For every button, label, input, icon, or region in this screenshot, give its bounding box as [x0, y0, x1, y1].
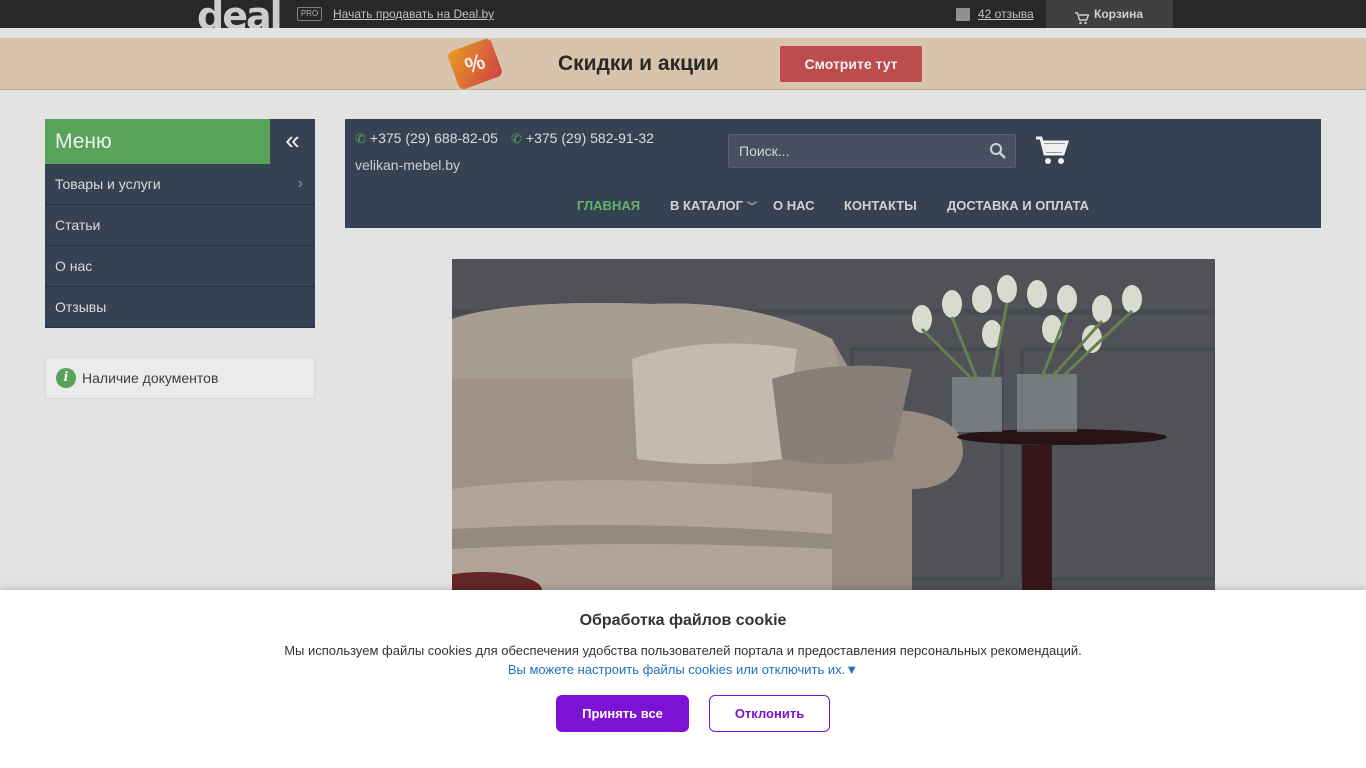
info-icon: i — [56, 368, 76, 388]
sidebar-item-products[interactable]: Товары и услуги › — [45, 164, 315, 205]
cookie-title: Обработка файлов cookie — [579, 612, 787, 629]
search-icon[interactable] — [989, 142, 1007, 160]
promo-banner[interactable]: % Скидки и акции Смотрите тут — [0, 37, 1366, 91]
search-box — [728, 134, 1016, 168]
sidebar-item-label: Отзывы — [55, 299, 107, 315]
comment-icon — [956, 8, 970, 21]
documents-label: Наличие документов — [82, 370, 219, 386]
discount-tag-icon: % — [446, 37, 504, 91]
top-bar: deal PRO Начать продавать на Deal.by 42 … — [0, 0, 1366, 28]
menu-title: Меню — [55, 130, 112, 153]
cart-icon[interactable] — [1035, 135, 1070, 167]
sidebar-item-label: О нас — [55, 258, 93, 274]
sidebar-item-reviews[interactable]: Отзывы — [45, 287, 315, 328]
documents-link[interactable]: i Наличие документов — [45, 357, 315, 399]
sidebar-menu: Меню « Товары и услуги › Статьи О нас От… — [45, 119, 315, 328]
sidebar-item-label: Статьи — [55, 217, 101, 233]
top-cart-button[interactable]: Корзина — [1046, 0, 1173, 28]
cookie-text: Мы используем файлы cookies для обеспече… — [284, 643, 1082, 658]
top-cart-label: Корзина — [1094, 7, 1144, 21]
sidebar-item-about[interactable]: О нас — [45, 246, 315, 287]
deal-logo[interactable]: deal — [197, 0, 281, 28]
collapse-menu-icon[interactable]: « — [270, 119, 315, 164]
cookie-settings-link[interactable]: Вы можете настроить файлы cookies или от… — [0, 662, 1366, 677]
hero-image — [452, 259, 1215, 590]
phone-2[interactable]: ✆ +375 (29) 582-91-32 — [511, 130, 654, 147]
phone-icon: ✆ — [511, 131, 522, 146]
phone-number: +375 (29) 582-91-32 — [525, 130, 654, 146]
nav-contacts[interactable]: КОНТАКТЫ — [844, 198, 917, 213]
nav-delivery[interactable]: ДОСТАВКА И ОПЛАТА — [947, 198, 1089, 213]
search-input[interactable] — [729, 135, 979, 167]
nav-catalog[interactable]: В КАТАЛОГ ﹀ — [670, 198, 757, 213]
sidebar-item-label: Товары и услуги — [55, 176, 161, 192]
site-header: ✆ +375 (29) 688-82-05 ✆ +375 (29) 582-91-3… — [345, 119, 1321, 228]
promo-button[interactable]: Смотрите тут — [780, 46, 922, 82]
reviews-link[interactable]: 42 отзыва — [956, 7, 1034, 21]
nav-about[interactable]: О НАС — [773, 198, 815, 213]
accept-all-button[interactable]: Принять все — [556, 695, 689, 732]
start-selling-link[interactable]: Начать продавать на Deal.by — [333, 7, 494, 21]
pro-badge: PRO — [297, 7, 322, 21]
cart-icon — [1075, 7, 1090, 35]
site-domain: velikan-mebel.by — [355, 157, 461, 173]
nav-catalog-label: В КАТАЛОГ — [670, 198, 743, 213]
phone-1[interactable]: ✆ +375 (29) 688-82-05 — [355, 130, 498, 147]
cookie-banner: Обработка файлов cookie Мы используем фа… — [0, 590, 1366, 768]
decline-button[interactable]: Отклонить — [709, 695, 830, 732]
chevron-down-icon: ﹀ — [746, 202, 757, 213]
nav-home[interactable]: ГЛАВНАЯ — [577, 198, 640, 213]
promo-title: Скидки и акции — [558, 52, 719, 75]
phone-number: +375 (29) 688-82-05 — [369, 130, 498, 146]
phone-icon: ✆ — [355, 131, 366, 146]
menu-header: Меню « — [45, 119, 315, 164]
sidebar-item-articles[interactable]: Статьи — [45, 205, 315, 246]
chevron-right-icon: › — [297, 175, 303, 192]
reviews-link-label: 42 отзыва — [978, 7, 1034, 21]
